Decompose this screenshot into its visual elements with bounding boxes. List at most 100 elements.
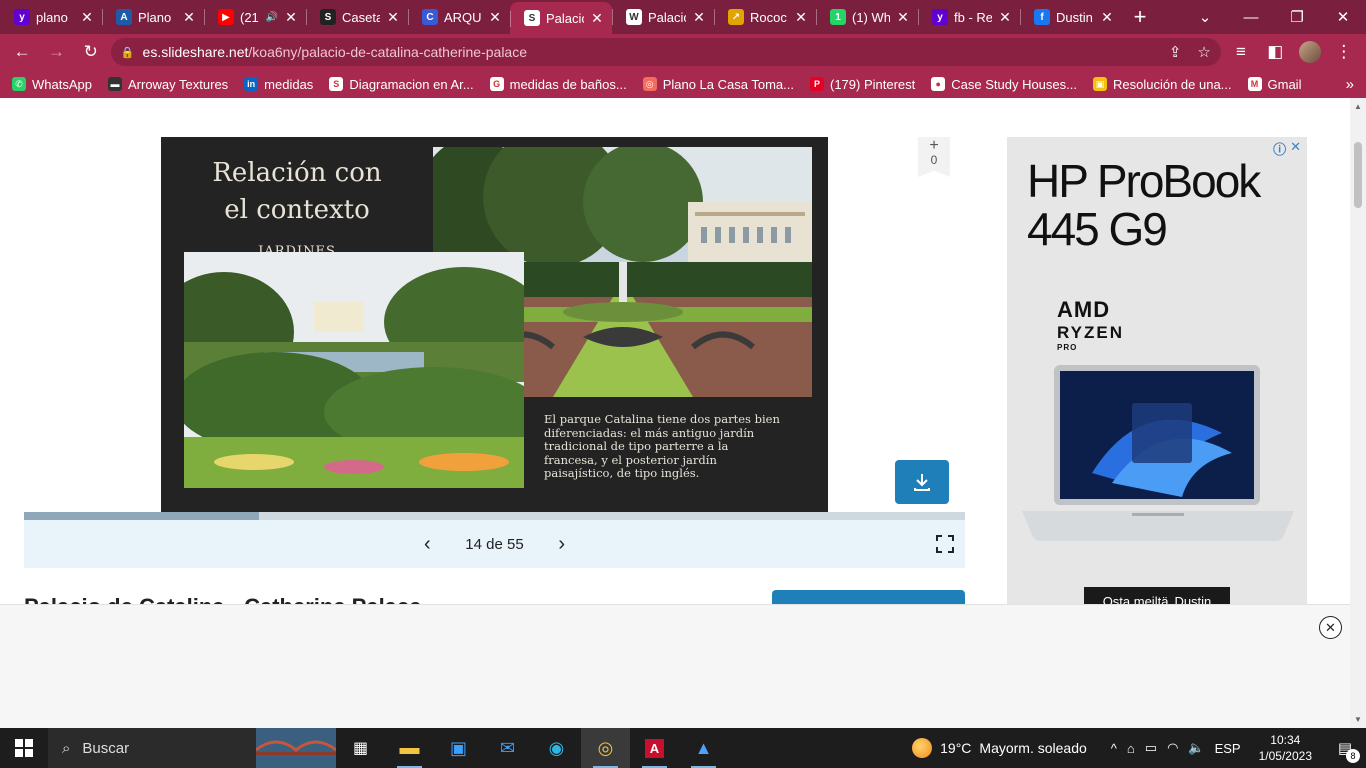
back-button[interactable]: ← [8,37,36,67]
bookmark-item[interactable]: ▬ Arroway Textures [107,77,228,92]
profile-avatar[interactable] [1295,37,1323,67]
wifi-icon[interactable]: ◠ [1167,740,1178,756]
browser-tab[interactable]: y plano ✕ [0,0,102,34]
photos-icon[interactable]: ▲ [679,728,728,768]
tab-close-icon[interactable]: ✕ [488,9,502,26]
bookmark-star-icon[interactable]: ☆ [1197,43,1210,61]
bookmark-item[interactable]: P (179) Pinterest [809,76,916,92]
bookmark-item[interactable]: S Diagramacion en Ar... [329,77,474,92]
tab-close-icon[interactable]: ✕ [998,9,1012,26]
document-title: Palacio de Catalina - Catherine Palace [24,594,421,604]
volume-icon[interactable]: 🔈 [1188,740,1204,756]
tab-close-icon[interactable]: ✕ [896,9,910,26]
ad-cta-label: Osta meiltä [1102,593,1169,605]
tab-close-icon[interactable]: ✕ [590,10,604,27]
tab-search-icon[interactable]: ⌄ [1182,0,1228,34]
browser-tab[interactable]: y fb - Re ✕ [918,0,1020,34]
browser-tab[interactable]: 1 (1) Wh ✕ [816,0,918,34]
file-explorer-icon[interactable]: ▬ [385,728,434,768]
edge-icon[interactable]: ◉ [532,728,581,768]
restore-button[interactable]: ❐ [1274,0,1320,34]
close-ad-button[interactable]: ✕ [1319,616,1342,639]
tab-label: (1) Wh [852,9,890,25]
address-bar[interactable]: 🔒 es.slideshare.net/koa6ny/palacio-de-ca… [110,38,1221,66]
bookmark-item[interactable]: ◎ Plano La Casa Toma... [642,77,794,92]
tab-close-icon[interactable]: ✕ [80,9,94,26]
slide-progress-bar[interactable] [24,512,965,520]
usb-icon[interactable]: ⌂ [1127,741,1135,756]
ad-info-icon[interactable]: ⓘ [1273,139,1286,158]
browser-tab[interactable]: ↗ Rococ ✕ [714,0,816,34]
bookmark-item[interactable]: ● Case Study Houses... [931,77,1077,92]
bookmark-item[interactable]: Gmedidas de baños... [489,77,627,92]
media-control-icon[interactable]: ≡ [1227,37,1255,67]
browser-tab[interactable]: C ARQUI ✕ [408,0,510,34]
chrome-icon[interactable]: ◎ [581,728,630,768]
tab-close-icon[interactable]: ✕ [284,9,298,26]
language-indicator[interactable]: ESP [1215,741,1241,756]
taskbar-search[interactable]: ⌕ Buscar [48,728,336,768]
previous-slide-button[interactable]: ‹ [417,533,437,556]
mail-icon[interactable]: ✉ [483,728,532,768]
download-button[interactable] [895,460,949,504]
browser-tab[interactable]: ▶ (21 🔊 ✕ [204,0,306,34]
bookmark-item[interactable]: in medidas [244,77,313,92]
reload-button[interactable]: ↻ [77,37,105,67]
bookmark-item[interactable]: ▣ Resolución de una... [1092,76,1232,92]
download-cta-button[interactable] [772,590,965,604]
browser-tab[interactable]: f Dustin ✕ [1020,0,1122,34]
tab-close-icon[interactable]: ✕ [386,9,400,26]
bookmark-item[interactable]: M Gmail [1247,77,1301,92]
bookmark-item[interactable]: ✆ WhatsApp [12,77,92,92]
task-view-icon[interactable]: ▦ [336,728,385,768]
forward-button[interactable]: → [42,37,70,67]
tab-close-icon[interactable]: ✕ [794,9,808,26]
fullscreen-icon[interactable] [935,534,955,554]
lock-icon[interactable]: 🔒 [121,46,135,59]
scroll-up-icon[interactable]: ▲ [1354,102,1362,111]
menu-kebab-icon[interactable]: ⋮ [1330,37,1358,67]
weather-text: Mayorm. soleado [979,740,1087,756]
weather-widget[interactable]: 19°C Mayorm. soleado [912,738,1101,758]
bookmark-label: Resolución de una... [1112,76,1232,92]
tab-close-icon[interactable]: ✕ [182,9,196,26]
close-window-button[interactable]: ✕ [1320,0,1366,34]
like-button[interactable]: + 0 [918,137,950,177]
next-slide-button[interactable]: › [552,533,572,556]
browser-tab[interactable]: A Plano ✕ [102,0,204,34]
c-circle-icon: C [422,9,438,25]
minimize-button[interactable]: — [1228,0,1274,34]
battery-icon[interactable]: ▭ [1145,740,1157,756]
bookmark-label: (179) Pinterest [829,76,916,92]
clock[interactable]: 10:34 1/05/2023 [1251,732,1320,764]
side-panel-icon[interactable]: ◧ [1261,37,1289,67]
ad-cta-brand: Dustin [1174,593,1212,605]
archdaily-icon: A [116,9,132,25]
sidebar-ad[interactable]: ⓘ ✕ HP ProBook 445 G9 AMD RYZEN PRO Osta… [1007,137,1307,604]
like-count: 0 [930,153,938,167]
ad-brand-line1: AMD [1057,297,1111,322]
bookmarks-overflow-icon[interactable]: » [1346,76,1354,93]
tray-overflow-icon[interactable]: ^ [1111,741,1117,756]
browser-tab[interactable]: S Caseta ✕ [306,0,408,34]
browser-tab[interactable]: S Palacio ✕ [510,2,612,34]
ad-cta-button[interactable]: Osta meiltä Dustin [1084,587,1230,604]
facebook-icon: f [1034,9,1050,25]
scroll-down-icon[interactable]: ▼ [1354,715,1362,724]
ad-close-icon[interactable]: ✕ [1290,139,1301,158]
start-button[interactable] [0,728,48,768]
scrollbar-thumb[interactable] [1354,142,1362,208]
microsoft-store-icon[interactable]: ▣ [434,728,483,768]
gmail-icon: M [1247,77,1262,91]
issuu-icon: ◎ [642,77,657,91]
tab-close-icon[interactable]: ✕ [1100,9,1114,26]
page-scrollbar[interactable]: ▲ ▼ [1350,98,1366,728]
search-icon: ⌕ [62,739,71,757]
tab-close-icon[interactable]: ✕ [692,9,706,26]
notification-center-icon[interactable]: ▤ 8 [1330,739,1360,763]
new-tab-button[interactable]: + [1122,0,1158,34]
share-icon[interactable]: ⇪ [1169,43,1182,61]
browser-tab[interactable]: W Palacio ✕ [612,0,714,34]
audio-playing-icon[interactable]: 🔊 [266,12,278,23]
autocad-icon[interactable]: A [630,728,679,768]
